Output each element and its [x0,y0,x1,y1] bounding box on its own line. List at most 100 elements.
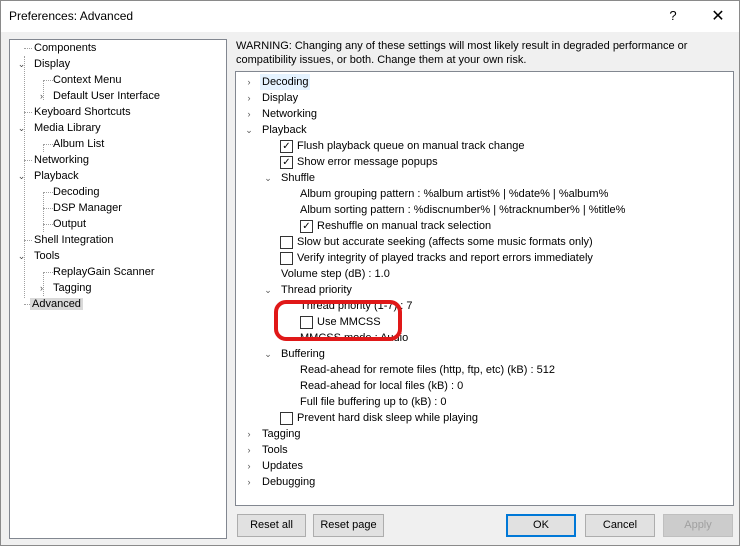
preferences-tree[interactable]: Components ⌄ Display Context Menu › Defa… [9,39,227,539]
settings-label: Debugging [262,476,316,488]
settings-label: Networking [262,108,318,120]
setting-slow-seeking[interactable]: Slow but accurate seeking (affects some … [280,234,640,250]
settings-label: Show error message popups [297,156,438,168]
title-bar: Preferences: Advanced ? ✕ [1,1,739,32]
tree-item-keyboard-shortcuts[interactable]: Keyboard Shortcuts [32,104,133,120]
settings-label: Shuffle [281,172,316,184]
checkbox-unchecked[interactable] [280,412,293,425]
tree-item-label: Shell Integration [34,234,114,246]
tree-item-label: Media Library [34,122,101,134]
tree-item-album-list[interactable]: Album List [51,136,106,152]
reset-all-button[interactable]: Reset all [237,514,306,537]
setting-full-file-buffering[interactable]: Full file buffering up to (kB) : 0 [300,394,447,410]
tree-item-replaygain-scanner[interactable]: ReplayGain Scanner [51,264,157,280]
tree-item-media-library[interactable]: Media Library [32,120,103,136]
chevron-down-icon[interactable]: ⌄ [263,170,273,186]
tree-item-components[interactable]: Components [32,40,98,56]
setting-verify-integrity[interactable]: Verify integrity of played tracks and re… [280,250,640,266]
chevron-down-icon[interactable]: ⌄ [17,56,26,72]
setting-readahead-local[interactable]: Read-ahead for local files (kB) : 0 [300,378,463,394]
apply-button[interactable]: Apply [663,514,733,537]
setting-thread-priority-level[interactable]: Thread priority (1-7) : 7 [300,298,412,314]
setting-reshuffle[interactable]: ✓ Reshuffle on manual track selection [300,218,600,234]
tree-item-dsp-manager[interactable]: DSP Manager [51,200,124,216]
tree-item-playback[interactable]: Playback [32,168,81,184]
settings-label: Buffering [281,348,325,360]
advanced-settings-tree[interactable]: › Decoding › Display › Networking ⌄ Play… [235,71,734,506]
tree-item-advanced[interactable]: Advanced [30,296,83,312]
checkbox-checked[interactable]: ✓ [280,140,293,153]
tree-item-label: Output [53,218,87,230]
ok-button[interactable]: OK [506,514,576,537]
chevron-right-icon[interactable]: › [244,458,254,474]
tree-item-networking[interactable]: Networking [32,152,91,168]
reset-page-button[interactable]: Reset page [313,514,384,537]
help-button[interactable]: ? [663,6,683,26]
settings-label: Use MMCSS [317,316,381,328]
tree-item-display[interactable]: Display [32,56,72,72]
setting-album-sorting-pattern[interactable]: Album sorting pattern : %discnumber% | %… [300,202,625,218]
checkbox-checked[interactable]: ✓ [280,156,293,169]
setting-flush-queue[interactable]: ✓ Flush playback queue on manual track c… [280,138,580,154]
tree-item-label: Networking [34,154,90,166]
tree-item-label: Context Menu [53,74,122,86]
settings-label: Read-ahead for remote files (http, ftp, … [300,364,555,376]
settings-label: Thread priority [281,284,352,296]
settings-label: Album sorting pattern : %discnumber% | %… [300,204,626,216]
chevron-down-icon[interactable]: ⌄ [263,346,273,362]
chevron-right-icon[interactable]: › [244,106,254,122]
tree-item-label: Display [34,58,71,70]
close-button[interactable]: ✕ [701,1,735,32]
chevron-right-icon[interactable]: › [244,442,254,458]
chevron-right-icon[interactable]: › [244,474,254,490]
settings-label: Verify integrity of played tracks and re… [297,252,593,264]
chevron-down-icon[interactable]: ⌄ [17,248,26,264]
chevron-down-icon[interactable]: ⌄ [17,168,26,184]
chevron-right-icon[interactable]: › [244,90,254,106]
settings-label: Reshuffle on manual track selection [317,220,492,232]
settings-label: Full file buffering up to (kB) : 0 [300,396,447,408]
setting-show-error-popups[interactable]: ✓ Show error message popups [280,154,580,170]
tree-item-default-user-interface[interactable]: Default User Interface [51,88,162,104]
setting-prevent-disk-sleep[interactable]: Prevent hard disk sleep while playing [280,410,580,426]
chevron-down-icon[interactable]: ⌄ [244,122,254,138]
settings-label: Prevent hard disk sleep while playing [297,412,478,424]
chevron-down-icon[interactable]: ⌄ [263,282,273,298]
tree-item-label: Advanced [30,298,83,310]
checkbox-unchecked[interactable] [300,316,313,329]
chevron-right-icon[interactable]: › [244,74,254,90]
checkbox-checked[interactable]: ✓ [300,220,313,233]
settings-label: Volume step (dB) : 1.0 [281,268,390,280]
tree-item-output[interactable]: Output [51,216,88,232]
chevron-right-icon[interactable]: › [244,426,254,442]
tree-item-context-menu[interactable]: Context Menu [51,72,123,88]
settings-label: Decoding [260,74,311,90]
window-title: Preferences: Advanced [9,9,134,23]
tree-item-tools[interactable]: Tools [32,248,62,264]
settings-label: MMCSS mode : Audio [300,332,409,344]
setting-album-grouping-pattern[interactable]: Album grouping pattern : %album artist% … [300,186,608,202]
tree-item-label: Playback [34,170,79,182]
settings-label: Updates [262,460,303,472]
settings-label: Flush playback queue on manual track cha… [297,140,525,152]
chevron-down-icon[interactable]: ⌄ [17,120,26,136]
setting-mmcss-mode[interactable]: MMCSS mode : Audio [300,330,408,346]
tree-item-decoding[interactable]: Decoding [51,184,101,200]
setting-use-mmcss[interactable]: Use MMCSS [300,314,420,330]
settings-label: Read-ahead for local files (kB) : 0 [300,380,464,392]
tree-item-tagging[interactable]: Tagging [51,280,94,296]
cancel-button[interactable]: Cancel [585,514,655,537]
setting-volume-step[interactable]: Volume step (dB) : 1.0 [281,266,390,282]
tree-item-label: Keyboard Shortcuts [34,106,131,118]
settings-label: Tools [262,444,288,456]
checkbox-unchecked[interactable] [280,252,293,265]
setting-readahead-remote[interactable]: Read-ahead for remote files (http, ftp, … [300,362,555,378]
chevron-right-icon[interactable]: › [37,88,46,104]
tree-item-label: Default User Interface [53,90,160,102]
tree-item-shell-integration[interactable]: Shell Integration [32,232,116,248]
tree-item-label: DSP Manager [53,202,122,214]
settings-label: Tagging [262,428,301,440]
checkbox-unchecked[interactable] [280,236,293,249]
tree-item-label: Tools [34,250,60,262]
chevron-right-icon[interactable]: › [37,280,46,296]
